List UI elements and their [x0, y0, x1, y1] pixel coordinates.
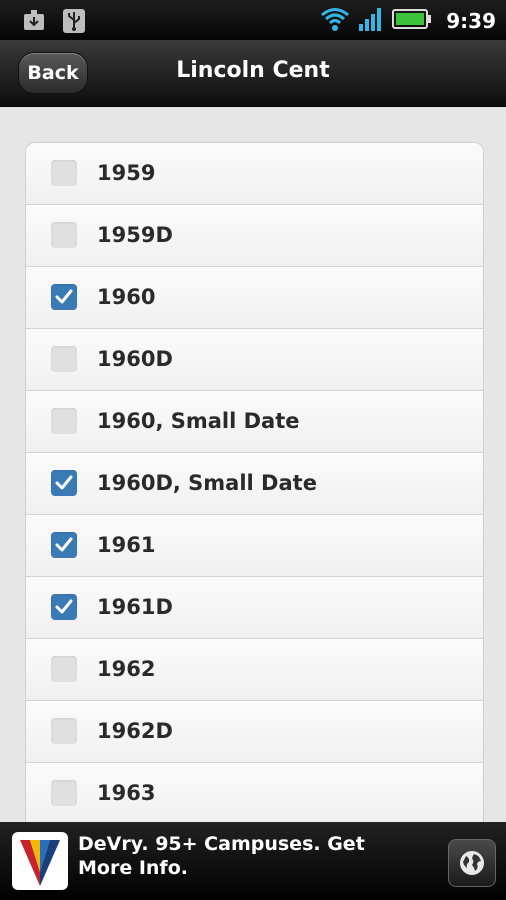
- list-item-label: 1960D: [97, 347, 173, 371]
- list-item-label: 1962D: [97, 719, 173, 743]
- list-item-label: 1960, Small Date: [97, 409, 300, 433]
- list-item-label: 1962: [97, 657, 156, 681]
- checkbox-checked[interactable]: [51, 470, 77, 496]
- checkbox-unchecked[interactable]: [51, 718, 77, 744]
- globe-icon[interactable]: [448, 839, 496, 887]
- status-clock: 9:39: [446, 9, 496, 33]
- list-item[interactable]: 1959D: [26, 205, 483, 267]
- checkbox-unchecked[interactable]: [51, 222, 77, 248]
- title-bar: Lincoln Cent Back: [0, 40, 506, 107]
- usb-icon: [62, 8, 86, 38]
- battery-icon: [392, 7, 432, 35]
- list-item[interactable]: 1960, Small Date: [26, 391, 483, 453]
- checkbox-checked[interactable]: [51, 532, 77, 558]
- list-item-label: 1959: [97, 161, 156, 185]
- list-item[interactable]: 1959: [26, 143, 483, 205]
- coin-year-list: 1959 1959D 1960 1960D 1960, Small Date 1960D,…: [25, 142, 484, 825]
- ad-text[interactable]: DeVry. 95+ Campuses. Get More Info.: [78, 832, 418, 880]
- checkbox-unchecked[interactable]: [51, 780, 77, 806]
- checkbox-checked[interactable]: [51, 284, 77, 310]
- list-item[interactable]: 1963: [26, 763, 483, 825]
- devry-logo-icon[interactable]: [12, 832, 68, 890]
- checkmark-icon: [55, 537, 73, 552]
- checkbox-unchecked[interactable]: [51, 656, 77, 682]
- list-item[interactable]: 1961D: [26, 577, 483, 639]
- list-item-label: 1961D: [97, 595, 173, 619]
- list-item-label: 1963: [97, 781, 156, 805]
- checkbox-unchecked[interactable]: [51, 346, 77, 372]
- download-icon: [22, 8, 46, 38]
- checkmark-icon: [55, 289, 73, 304]
- list-item[interactable]: 1960: [26, 267, 483, 329]
- list-item-label: 1959D: [97, 223, 173, 247]
- list-item[interactable]: 1962D: [26, 701, 483, 763]
- checkmark-icon: [55, 599, 73, 614]
- checkbox-unchecked[interactable]: [51, 160, 77, 186]
- wifi-icon: [320, 6, 350, 36]
- list-item[interactable]: 1960D: [26, 329, 483, 391]
- ad-banner[interactable]: DeVry. 95+ Campuses. Get More Info.: [0, 822, 506, 900]
- back-button[interactable]: Back: [18, 52, 88, 94]
- list-item-label: 1960D, Small Date: [97, 471, 317, 495]
- list-item-label: 1960: [97, 285, 156, 309]
- list-item[interactable]: 1960D, Small Date: [26, 453, 483, 515]
- signal-icon: [358, 6, 384, 36]
- list-item[interactable]: 1961: [26, 515, 483, 577]
- list-item-label: 1961: [97, 533, 156, 557]
- checkbox-unchecked[interactable]: [51, 408, 77, 434]
- checkmark-icon: [55, 475, 73, 490]
- status-bar: 9:39: [0, 0, 506, 40]
- checkbox-checked[interactable]: [51, 594, 77, 620]
- list-item[interactable]: 1962: [26, 639, 483, 701]
